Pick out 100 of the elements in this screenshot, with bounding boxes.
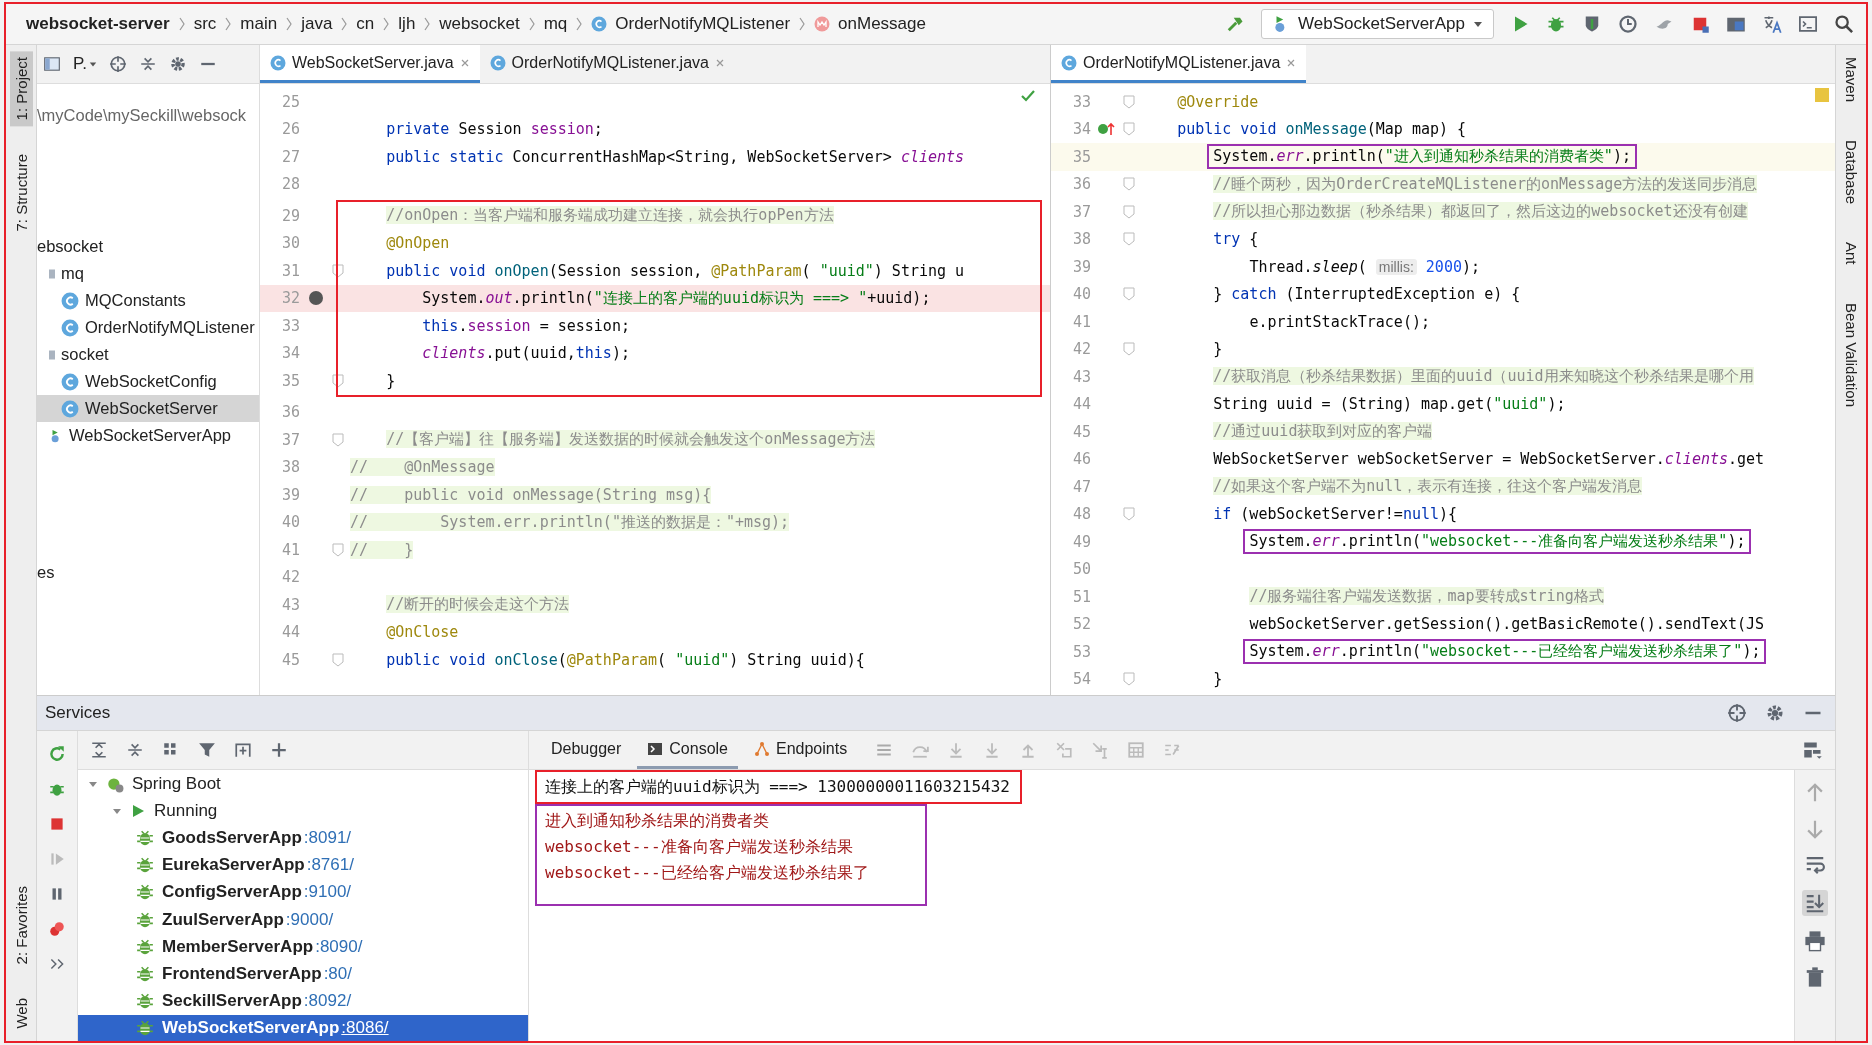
tree-item[interactable]: \myCode\mySeckill\websock [37,106,247,125]
editor-tab[interactable]: OrderNotifyMQListener.java [479,45,735,83]
console-tab[interactable]: Debugger [541,731,632,769]
locate-icon[interactable] [108,55,127,73]
code-line: public void onClose(@PathParam( "uuid") String uuid){ [386,650,865,669]
soft-wrap-icon[interactable] [1804,854,1826,876]
port-link[interactable]: :9000/ [285,909,334,930]
close-icon[interactable] [1286,57,1297,68]
tree-item[interactable]: ebsocket [37,237,104,256]
tool-window-tab[interactable]: Ant [1840,238,1862,269]
print-icon[interactable] [1804,930,1826,952]
new-tab-icon[interactable] [234,741,252,759]
tree-item[interactable]: ZuulServerApp [162,909,284,930]
line-number: 39 [280,485,300,504]
debug-icon[interactable] [1546,14,1566,34]
fold-icon[interactable] [332,263,344,278]
tool-window-tab[interactable]: Bean Validation [1840,298,1862,411]
breadcrumb-item[interactable]: websocket [439,14,520,34]
tree-item[interactable]: WebSocketServerApp [69,426,232,445]
port-link[interactable]: :8086/ [341,1018,389,1039]
code-line: } [1213,340,1223,359]
app-icon [136,992,154,1011]
port-link[interactable]: :80/ [323,963,352,984]
scroll-to-end-icon[interactable] [1802,890,1828,916]
tool-window-tab[interactable]: 7: Structure [9,148,33,238]
locate-icon[interactable] [1727,703,1747,723]
profiler-icon[interactable] [1618,14,1638,34]
tree-item[interactable]: Spring Boot [132,773,221,794]
filter-icon[interactable] [198,741,216,759]
tool-window-tab[interactable]: Maven [1840,53,1862,107]
tree-item[interactable]: WebSocketServer [85,399,218,418]
tool-window-tab[interactable]: Database [1840,136,1862,209]
tree-item[interactable]: WebSocketConfig [85,372,217,391]
console-tab[interactable]: Endpoints [744,731,858,769]
tree-item[interactable]: MQConstants [85,291,186,310]
tool-window-tab[interactable]: Web [9,992,33,1035]
collapse-all-icon[interactable] [138,55,157,73]
editor-tab[interactable]: WebSocketServer.java [260,45,480,83]
clear-icon[interactable] [1804,966,1826,988]
stop-icon[interactable] [48,815,66,833]
rerun-icon[interactable] [48,745,66,763]
tree-item[interactable]: WebSocketServerApp [162,1018,340,1039]
code-line: e.printStackTrace(); [1249,312,1430,331]
breakpoint-icon[interactable] [308,290,324,307]
line-number: 40 [280,513,300,532]
line-number: 34 [280,344,300,363]
chevron-icon [423,16,432,32]
selected-tree-row[interactable]: WebSocketServerApp:8086/ [78,1014,528,1041]
port-link[interactable]: :8761/ [306,855,354,876]
tool-window-tab[interactable]: 1: Project [9,51,33,127]
line-number: 47 [1071,477,1091,496]
tree-item[interactable]: socket [61,345,109,364]
breadcrumb-item[interactable]: src [193,14,217,34]
port-link[interactable]: :8092/ [303,991,352,1012]
breadcrumb-item[interactable]: main [240,14,278,34]
close-icon[interactable] [714,57,725,68]
tree-item[interactable]: ConfigServerApp [162,882,302,903]
tree-item[interactable]: FrontendServerApp [162,963,322,984]
layout-icon[interactable] [1803,740,1823,760]
breadcrumb-item[interactable]: websocket-server [26,14,170,34]
breadcrumb-item[interactable]: java [301,14,333,34]
translate-icon[interactable] [1762,14,1782,34]
breadcrumb-item[interactable]: OrderNotifyMQListener [615,14,791,34]
breakpoints-icon[interactable] [48,920,66,938]
port-link[interactable]: :8091/ [303,827,352,848]
line-number: 33 [280,316,300,335]
tool-window-tab[interactable]: 2: Favorites [9,880,33,971]
add-icon[interactable] [270,741,288,759]
settings-icon[interactable] [1765,703,1785,723]
tree-item[interactable]: OrderNotifyMQListener [85,318,255,337]
tree-item[interactable]: MemberServerApp [162,936,314,957]
breadcrumb-item[interactable]: onMessage [838,14,926,34]
expand-all-icon[interactable] [90,741,108,759]
fold-icon[interactable] [332,373,344,388]
breadcrumb-item[interactable]: ljh [398,14,416,34]
tree-item[interactable]: GoodsServerApp [162,827,302,848]
port-link[interactable]: :8090/ [315,936,363,957]
tree-item[interactable]: es [37,563,55,582]
selected-tree-row[interactable]: WebSocketServer [37,395,259,422]
settings-icon[interactable] [168,55,187,73]
line-number: 35 [1071,147,1091,166]
project-view-dropdown[interactable]: P. [73,54,97,74]
line-number: 44 [1071,395,1091,414]
app-icon [136,964,154,983]
collapse-all-icon[interactable] [126,741,144,759]
terminal-window-icon[interactable] [1798,14,1818,34]
breadcrumb-item[interactable]: mq [543,14,568,34]
port-link[interactable]: :9100/ [303,882,352,903]
close-icon[interactable] [459,57,470,68]
tree-item[interactable]: Running [154,800,218,821]
run-configuration-dropdown[interactable]: WebSocketServerApp [1261,9,1494,39]
code-line: @OnOpen [386,234,450,253]
tree-item[interactable]: EurekaServerApp [162,855,305,876]
console-tab[interactable]: Console [637,731,738,769]
tree-item[interactable]: mq [61,264,84,283]
class-icon [489,54,506,71]
search-icon[interactable] [1834,14,1854,34]
tree-item[interactable]: SeckillServerApp [162,991,302,1012]
editor-tab[interactable]: OrderNotifyMQListener.java [1051,45,1307,83]
breadcrumb-item[interactable]: cn [356,14,375,34]
